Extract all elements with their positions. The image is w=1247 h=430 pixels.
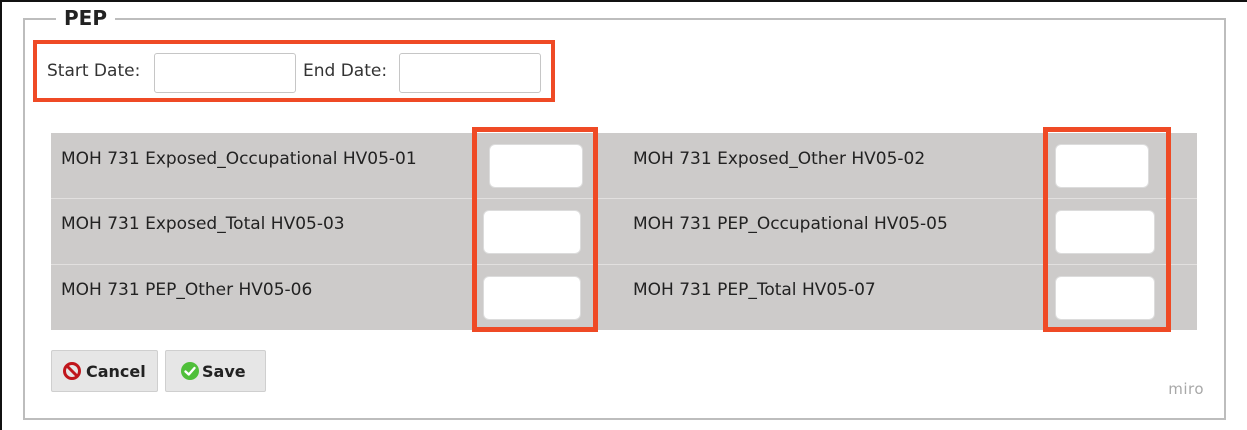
check-circle-icon bbox=[180, 361, 200, 381]
indicator-label: MOH 731 PEP_Occupational HV05-05 bbox=[633, 214, 948, 234]
indicator-row: MOH 731 PEP_Other HV05-06 MOH 731 PEP_To… bbox=[51, 264, 1197, 330]
indicator-grid: MOH 731 Exposed_Occupational HV05-01 MOH… bbox=[51, 133, 1197, 330]
pep-occupational-input[interactable] bbox=[1055, 210, 1155, 254]
exposed-occupational-input[interactable] bbox=[489, 144, 583, 188]
indicator-label: MOH 731 Exposed_Occupational HV05-01 bbox=[61, 149, 417, 169]
prohibited-icon bbox=[62, 361, 82, 381]
pep-other-input[interactable] bbox=[483, 276, 581, 320]
exposed-total-input[interactable] bbox=[483, 210, 581, 254]
start-date-input[interactable] bbox=[154, 53, 296, 93]
indicator-label: MOH 731 PEP_Other HV05-06 bbox=[61, 280, 313, 300]
fieldset-legend: PEP bbox=[56, 6, 115, 30]
save-label: Save bbox=[202, 361, 246, 381]
indicator-label: MOH 731 Exposed_Total HV05-03 bbox=[61, 214, 345, 234]
save-button[interactable]: Save bbox=[165, 350, 266, 392]
exposed-other-input[interactable] bbox=[1055, 144, 1149, 188]
cancel-label: Cancel bbox=[86, 361, 146, 381]
miro-watermark: miro bbox=[1168, 380, 1204, 398]
indicator-label: MOH 731 PEP_Total HV05-07 bbox=[633, 280, 876, 300]
pep-total-input[interactable] bbox=[1055, 276, 1155, 320]
end-date-input[interactable] bbox=[399, 53, 541, 93]
cancel-button[interactable]: Cancel bbox=[51, 350, 158, 392]
start-date-label: Start Date: bbox=[47, 61, 141, 81]
indicator-row: MOH 731 Exposed_Total HV05-03 MOH 731 PE… bbox=[51, 198, 1197, 264]
frame-edge-top bbox=[0, 0, 1247, 2]
end-date-label: End Date: bbox=[303, 61, 388, 81]
frame-edge-left bbox=[0, 0, 2, 430]
indicator-row: MOH 731 Exposed_Occupational HV05-01 MOH… bbox=[51, 133, 1197, 198]
date-range-group: Start Date: End Date: bbox=[33, 40, 555, 102]
indicator-label: MOH 731 Exposed_Other HV05-02 bbox=[633, 149, 926, 169]
